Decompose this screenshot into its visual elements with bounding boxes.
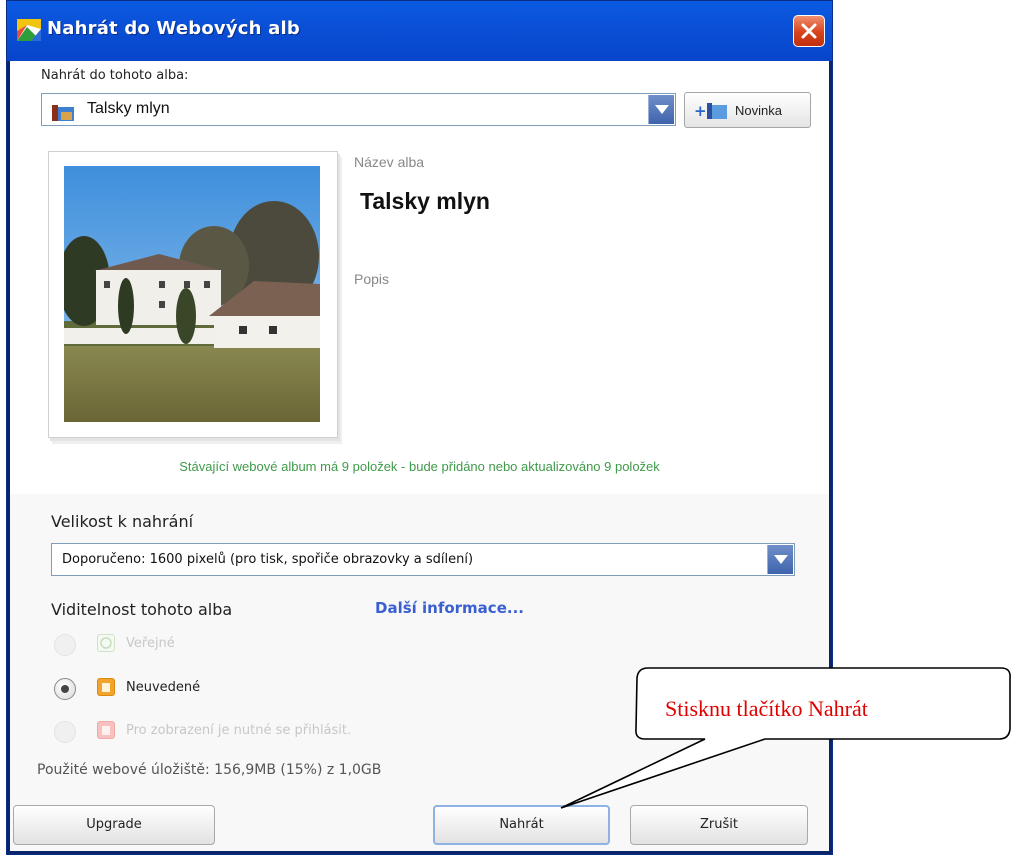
annotation-text: Stisknu tlačítko Nahrát [665, 696, 868, 721]
annotation-callout [560, 667, 1011, 809]
